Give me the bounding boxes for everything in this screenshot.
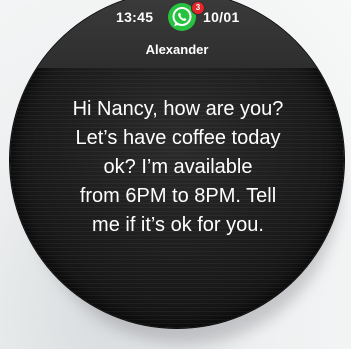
message-line: from 6PM to 8PM. Tell	[79, 185, 277, 207]
notification-header: 13:45 3 10/01 Alexander	[10, 0, 344, 68]
message-line: ok? I’m available	[103, 156, 253, 178]
message-line: me if it’s ok for you.	[92, 214, 264, 236]
time-display: 13:45	[116, 9, 154, 25]
message-line: Hi Nancy, how are you?	[72, 98, 284, 120]
date-display: 10/01	[203, 9, 240, 25]
sender-name: Alexander	[145, 42, 209, 57]
message-body[interactable]: Hi Nancy, how are you? Let’s have coffee…	[47, 95, 309, 240]
message-line: Let’s have coffee today	[75, 127, 281, 149]
watch-screen[interactable]: 13:45 3 10/01 Alexander Hi Nancy, how ar…	[10, 0, 344, 328]
